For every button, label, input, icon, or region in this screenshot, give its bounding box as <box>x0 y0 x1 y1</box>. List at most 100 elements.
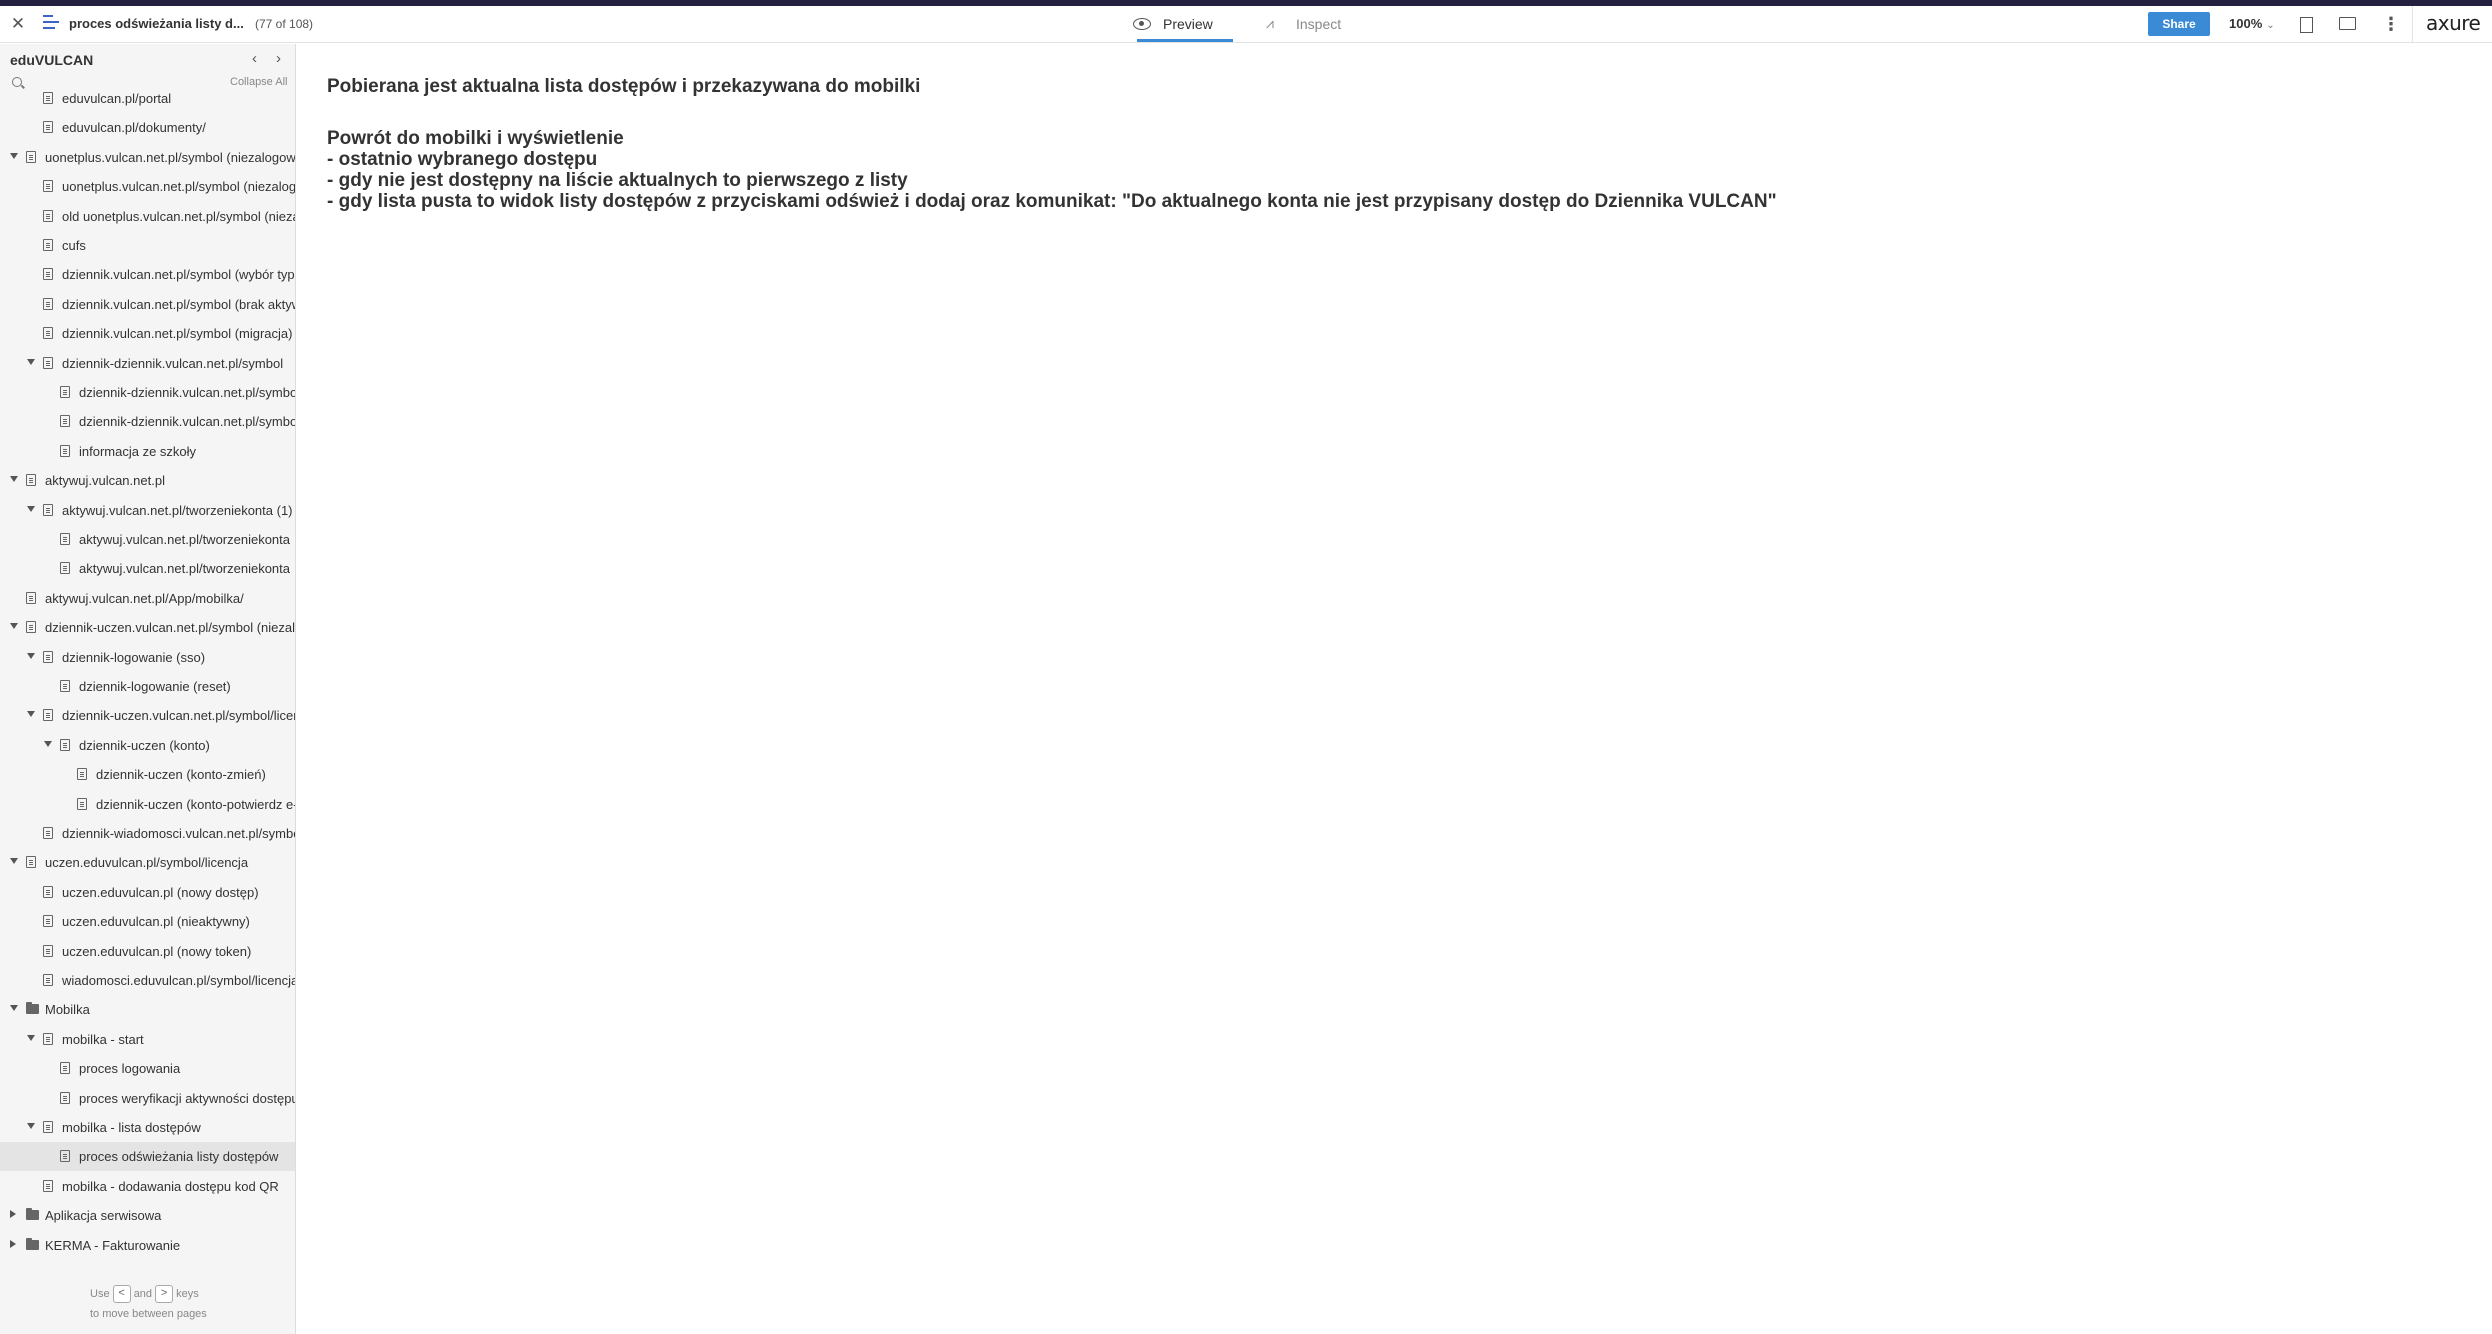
next-key-icon: > <box>155 1285 174 1304</box>
collapse-arrow-icon[interactable] <box>10 476 18 483</box>
share-button[interactable]: Share <box>2148 12 2210 36</box>
collapse-arrow-icon[interactable] <box>10 1005 18 1012</box>
sitemap-item-label: dziennik.vulcan.net.pl/symbol (wybór typ… <box>62 267 296 283</box>
collapse-arrow-icon[interactable] <box>27 1034 35 1041</box>
sitemap-item[interactable]: informacja ze szkoły <box>0 437 295 466</box>
sitemap-item[interactable]: dziennik-wiadomosci.vulcan.net.pl/symbol <box>0 819 295 848</box>
page-icon <box>43 650 53 663</box>
toolbar-divider <box>2412 6 2413 42</box>
sitemap-item[interactable]: wiadomosci.eduvulcan.pl/symbol/licencja <box>0 966 295 995</box>
sitemap-item[interactable]: cufs <box>0 231 295 260</box>
sitemap-item[interactable]: proces weryfikacji aktywności dostępu <box>0 1084 295 1113</box>
sitemap-item[interactable]: Mobilka <box>0 995 295 1024</box>
sitemap-item[interactable]: aktywuj.vulcan.net.pl/App/mobilka/ <box>0 584 295 613</box>
sitemap-item-label: uczen.eduvulcan.pl/symbol/licencja <box>45 855 249 871</box>
collapse-arrow-icon[interactable] <box>27 711 35 718</box>
sitemap-item[interactable]: dziennik-uczen.vulcan.net.pl/symbol (nie… <box>0 613 296 642</box>
sitemap-item[interactable]: uonetplus.vulcan.net.pl/symbol (niezalog… <box>0 143 295 172</box>
sitemap-item-label: Mobilka <box>45 1002 90 1018</box>
hamburger-icon[interactable] <box>43 15 61 33</box>
sitemap-item-label: uczen.eduvulcan.pl (nowy dostęp) <box>62 884 259 900</box>
sitemap-item-label: dziennik-uczen.vulcan.net.pl/symbol (nie… <box>45 620 296 636</box>
notes-icon[interactable] <box>2295 13 2317 35</box>
sitemap-item[interactable]: proces logowania <box>0 1054 295 1083</box>
collapse-arrow-icon[interactable] <box>10 623 18 630</box>
sitemap-item[interactable]: uonetplus.vulcan.net.pl/symbol (niezalog… <box>0 172 296 201</box>
sitemap-item[interactable]: dziennik-logowanie (reset) <box>0 672 295 701</box>
sitemap-item[interactable]: dziennik.vulcan.net.pl/symbol (wybór typ… <box>0 260 296 289</box>
sitemap-sidebar: eduVULCAN ‹ › Collapse All eduvulcan.pl/… <box>0 44 296 1334</box>
collapse-arrow-icon[interactable] <box>27 358 35 365</box>
tab-preview[interactable]: Preview <box>1133 6 1233 42</box>
folder-icon <box>26 1237 39 1250</box>
sitemap-item[interactable]: KERMA - Fakturowanie <box>0 1231 295 1260</box>
sitemap-item-label: KERMA - Fakturowanie <box>45 1237 181 1253</box>
zoom-dropdown[interactable]: 100% ⌄ <box>2229 16 2275 31</box>
sitemap-item[interactable]: dziennik-uczen.vulcan.net.pl/symbol/lice… <box>0 701 296 730</box>
sitemap-item[interactable]: dziennik-uczen (konto-potwierdz e-mail) <box>0 790 295 819</box>
sitemap-item[interactable]: aktywuj.vulcan.net.pl <box>0 466 295 495</box>
sitemap-item[interactable]: mobilka - lista dostępów <box>0 1113 295 1142</box>
prev-page-icon[interactable]: ‹ <box>252 50 257 67</box>
page-icon <box>43 827 53 839</box>
sitemap-item-label: aktywuj.vulcan.net.pl/tworzeniekonta <box>79 561 291 577</box>
collapse-arrow-icon[interactable] <box>10 152 18 159</box>
sitemap-item-label: Aplikacja serwisowa <box>45 1208 162 1224</box>
sitemap-item-label: dziennik-uczen.vulcan.net.pl/symbol/lice… <box>62 708 296 724</box>
collapse-arrow-icon[interactable] <box>27 1123 35 1129</box>
page-icon <box>43 915 53 928</box>
sitemap-item-label: informacja ze szkoły <box>79 443 197 459</box>
sitemap-item[interactable]: dziennik.vulcan.net.pl/symbol (brak akty… <box>0 290 295 319</box>
more-options-icon[interactable]: ⋮ <box>2380 13 2402 35</box>
sitemap-item[interactable]: dziennik.vulcan.net.pl/symbol (migracja) <box>0 319 295 348</box>
page-icon <box>77 768 87 781</box>
sitemap-item[interactable]: dziennik-dziennik.vulcan.net.pl/symbol <box>0 378 295 407</box>
sitemap-item[interactable]: mobilka - dodawania dostępu kod QR <box>0 1172 295 1201</box>
sitemap-item-label: dziennik-uczen (konto-potwierdz e-mail) <box>96 796 295 812</box>
close-icon[interactable]: ✕ <box>8 14 28 34</box>
sitemap-item[interactable]: aktywuj.vulcan.net.pl/tworzeniekonta <box>0 525 295 554</box>
sitemap-item-label: uonetplus.vulcan.net.pl/symbol (niezalog… <box>62 179 296 195</box>
sitemap-item[interactable]: uczen.eduvulcan.pl/symbol/licencja <box>0 848 295 877</box>
expand-arrow-icon[interactable] <box>10 1210 16 1219</box>
page-title[interactable]: proces odświeżania listy d... <box>69 16 244 31</box>
sitemap-item-label: dziennik-dziennik.vulcan.net.pl/symbol <box>62 355 284 371</box>
collapse-arrow-icon[interactable] <box>10 858 18 865</box>
sitemap-item[interactable]: aktywuj.vulcan.net.pl/tworzeniekonta (1) <box>0 496 295 525</box>
keyboard-hint: Use < and > keys to move between pages <box>90 1284 250 1324</box>
sitemap-item[interactable]: dziennik-uczen (konto-zmień) <box>0 760 295 789</box>
sitemap-item[interactable]: uczen.eduvulcan.pl (nowy dostęp) <box>0 878 295 907</box>
page-icon <box>43 180 53 193</box>
content-line-1: Pobierana jest aktualna lista dostępów i… <box>327 76 921 97</box>
sitemap-item[interactable]: old uonetplus.vulcan.net.pl/symbol (niez… <box>0 202 295 231</box>
collapse-arrow-icon[interactable] <box>27 652 35 659</box>
sitemap-item[interactable]: proces odświeżania listy dostępów <box>0 1142 295 1172</box>
content-line-3: - ostatnio wybranego dostępu <box>327 149 598 170</box>
next-page-icon[interactable]: › <box>276 50 281 67</box>
page-icon <box>26 856 36 869</box>
sitemap-item[interactable]: uczen.eduvulcan.pl (nowy token) <box>0 937 295 966</box>
sitemap-item[interactable]: uczen.eduvulcan.pl (nieaktywny) <box>0 907 295 936</box>
sitemap-item[interactable]: dziennik-uczen (konto) <box>0 731 295 760</box>
expand-arrow-icon[interactable] <box>10 1239 16 1248</box>
sitemap-item[interactable]: Aplikacja serwisowa <box>0 1201 295 1230</box>
collapse-arrow-icon[interactable] <box>27 505 35 512</box>
sitemap-item[interactable]: mobilka - start <box>0 1025 295 1054</box>
sitemap-item[interactable]: eduvulcan.pl/dokumenty/ <box>0 113 295 142</box>
collapse-arrow-icon[interactable] <box>44 740 52 747</box>
folder-icon <box>26 1208 39 1221</box>
hint-line2: to move between pages <box>90 1308 207 1320</box>
sitemap-item[interactable]: dziennik-logowanie (sso) <box>0 643 295 672</box>
sitemap-item[interactable]: dziennik-dziennik.vulcan.net.pl/symbol <box>0 349 295 378</box>
sitemap-item[interactable]: eduvulcan.pl/portal <box>0 84 295 113</box>
page-icon <box>60 533 70 545</box>
page-icon <box>26 591 36 604</box>
page-icon <box>43 92 53 104</box>
sitemap-item[interactable]: dziennik-dziennik.vulcan.net.pl/symbol <box>0 407 295 436</box>
sitemap-item-label: proces odświeżania listy dostępów <box>79 1149 279 1165</box>
comment-icon[interactable] <box>2336 13 2358 35</box>
sitemap-item-label: mobilka - lista dostępów <box>62 1120 201 1135</box>
folder-icon <box>26 1002 39 1015</box>
sitemap-item[interactable]: aktywuj.vulcan.net.pl/tworzeniekonta <box>0 554 295 583</box>
tab-inspect[interactable]: ⩘ Inspect <box>1266 6 1360 42</box>
